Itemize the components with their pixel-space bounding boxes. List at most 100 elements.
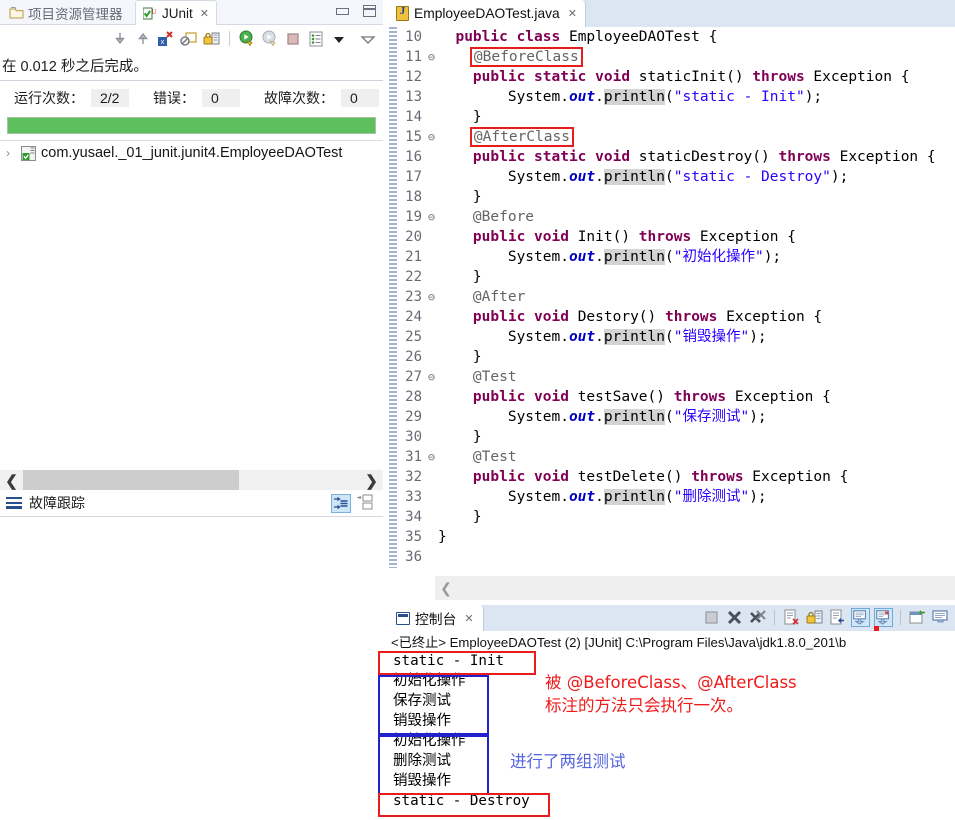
line-number: 15: [405, 129, 422, 145]
code-text: public class EmployeeDAOTest {: [455, 29, 718, 45]
code-text: @Test: [472, 369, 517, 385]
tab-console[interactable]: 控制台 ✕: [389, 605, 484, 631]
line-number: 32: [405, 469, 422, 485]
code-text: }: [438, 529, 447, 545]
fold-marker-icon[interactable]: ⊖: [425, 47, 438, 67]
code-line: 19 ⊖ @Before: [389, 207, 955, 227]
console-output-line: 删除测试: [393, 753, 451, 769]
view-window-buttons: [335, 5, 377, 17]
display-console-icon[interactable]: [931, 608, 950, 627]
toolbar-separator: [900, 610, 901, 625]
tab-package-explorer[interactable]: 项目资源管理器: [2, 0, 130, 25]
tab-package-explorer-label: 项目资源管理器: [28, 6, 123, 22]
line-number: 31: [405, 449, 422, 465]
code-text: System.out.println("保存测试");: [438, 409, 767, 425]
scroll-thumb[interactable]: [23, 470, 239, 492]
tab-junit-label: JUnit: [162, 6, 193, 21]
console-output-icon[interactable]: [851, 608, 870, 627]
source-code[interactable]: 10 public class EmployeeDAOTest {11 ⊖ @Be…: [389, 27, 955, 567]
tab-junit[interactable]: U JUnit ✕: [135, 0, 217, 26]
scroll-track[interactable]: [23, 470, 360, 492]
tree-item-test-class[interactable]: › com.yusael._01_junit.junit4.EmployeeDA…: [0, 141, 383, 161]
triangle-down-icon[interactable]: [330, 30, 348, 48]
rerun-icon[interactable]: [238, 30, 256, 48]
junit-view: 项目资源管理器 U JUnit ✕ x 在 0.012 秒之后完成。 运行次数：…: [0, 0, 383, 530]
fold-marker-icon[interactable]: ⊖: [425, 207, 438, 227]
code-line: 13 System.out.println("static - Init");: [389, 87, 955, 107]
scroll-right-arrow-icon[interactable]: ❯: [360, 472, 383, 490]
expand-arrow-icon[interactable]: ›: [6, 146, 16, 160]
code-line: 24 public void Destory() throws Exceptio…: [389, 307, 955, 327]
ignored-tests-icon[interactable]: [180, 30, 198, 48]
code-text: }: [438, 109, 482, 125]
tree-horizontal-scrollbar[interactable]: ❮ ❯: [0, 470, 383, 492]
stop-icon[interactable]: [702, 608, 721, 627]
code-line: 12 public static void staticInit() throw…: [389, 67, 955, 87]
chevron-down-icon[interactable]: [359, 30, 377, 48]
line-number: 35: [405, 529, 422, 545]
scroll-left-arrow-icon[interactable]: ❮: [435, 580, 457, 597]
clear-console-icon[interactable]: [782, 608, 801, 627]
lock-icon[interactable]: [203, 30, 221, 48]
code-line: 33 System.out.println("删除测试");: [389, 487, 955, 507]
code-text: public void Destory() throws Exception {: [472, 309, 823, 325]
word-wrap-icon[interactable]: [828, 608, 847, 627]
line-number: 26: [405, 349, 422, 365]
editor-code-area[interactable]: 10 public class EmployeeDAOTest {11 ⊖ @Be…: [389, 27, 955, 600]
console-error-icon[interactable]: [874, 608, 893, 627]
code-line: 23 ⊖ @After: [389, 287, 955, 307]
remove-all-x-icon[interactable]: [748, 608, 767, 627]
code-text: public static void staticDestroy() throw…: [472, 149, 936, 165]
fold-marker-icon[interactable]: ⊖: [425, 127, 438, 147]
pin-icon[interactable]: [908, 608, 927, 627]
code-line: 11 ⊖ @BeforeClass: [389, 47, 955, 67]
minimize-button[interactable]: [335, 5, 350, 17]
failure-trace-bar: 故障跟踪: [0, 490, 383, 516]
line-number: 11: [405, 49, 422, 65]
stop-icon[interactable]: [284, 30, 302, 48]
close-icon[interactable]: ✕: [464, 612, 473, 625]
editor-horizontal-scrollbar[interactable]: ❮: [435, 576, 955, 600]
arrow-down-icon[interactable]: [111, 30, 129, 48]
test-result-tree: › com.yusael._01_junit.junit4.EmployeeDA…: [0, 140, 383, 468]
svg-text:x: x: [161, 39, 165, 46]
tab-employeedaotest-java[interactable]: EmployeeDAOTest.java ✕: [389, 0, 586, 27]
line-number: 10: [405, 29, 422, 45]
console-toolbar: [702, 608, 950, 627]
code-text: System.out.println("static - Init");: [438, 89, 823, 105]
compare-icon[interactable]: [355, 494, 375, 513]
code-text: System.out.println("删除测试");: [438, 489, 767, 505]
code-line: 28 public void testSave() throws Excepti…: [389, 387, 955, 407]
lock-icon[interactable]: [805, 608, 824, 627]
close-icon[interactable]: ✕: [568, 7, 577, 20]
fold-marker-icon[interactable]: ⊖: [425, 287, 438, 307]
rerun-failed-icon[interactable]: [261, 30, 279, 48]
code-line: 29 System.out.println("保存测试");: [389, 407, 955, 427]
line-number: 18: [405, 189, 422, 205]
code-line: 35}: [389, 527, 955, 547]
close-icon[interactable]: ✕: [200, 7, 209, 20]
errors-label: 错误：: [153, 90, 195, 106]
line-number: 33: [405, 489, 422, 505]
line-number: 14: [405, 109, 422, 125]
history-list-icon[interactable]: [307, 30, 325, 48]
annotation-note-red: 被 @BeforeClass、@AfterClass 标注的方法只会执行一次。: [545, 673, 797, 715]
scroll-left-arrow-icon[interactable]: ❮: [0, 472, 23, 490]
remove-x-icon[interactable]: [725, 608, 744, 627]
code-text: public void testDelete() throws Exceptio…: [472, 469, 849, 485]
filter-icon[interactable]: [331, 493, 351, 513]
code-line: 18 }: [389, 187, 955, 207]
failures-filter-icon[interactable]: x: [157, 30, 175, 48]
maximize-button[interactable]: [362, 5, 377, 17]
runs-value: 2/2: [91, 89, 129, 107]
code-text: @BeforeClass: [438, 47, 955, 67]
junit-toolbar: x: [0, 25, 383, 52]
java-file-icon: [396, 5, 409, 21]
console-icon: [396, 611, 410, 625]
fold-marker-icon[interactable]: ⊖: [425, 447, 438, 467]
fold-marker-icon[interactable]: ⊖: [425, 367, 438, 387]
arrow-up-icon[interactable]: [134, 30, 152, 48]
failure-trace-actions: [331, 493, 383, 513]
console-process-line: <已终止> EmployeeDAOTest (2) [JUnit] C:\Pro…: [391, 635, 847, 650]
console-body[interactable]: <已终止> EmployeeDAOTest (2) [JUnit] C:\Pro…: [389, 631, 955, 820]
